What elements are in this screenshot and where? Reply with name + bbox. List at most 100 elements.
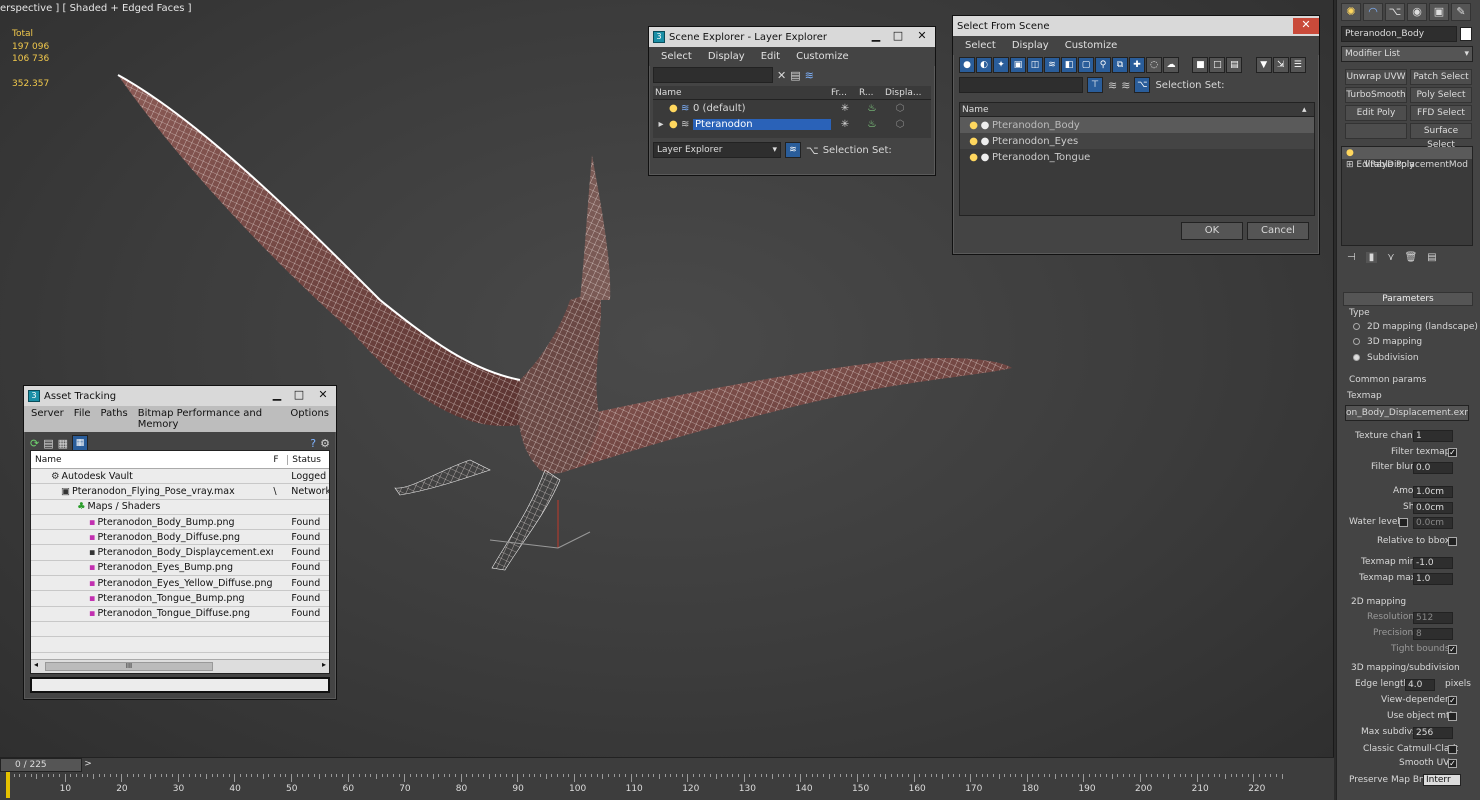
- type-subdivision-radio[interactable]: [1353, 354, 1360, 361]
- find-icon[interactable]: ▤: [790, 69, 800, 82]
- layer-name[interactable]: 0 (default): [693, 103, 831, 114]
- layer-explorer-window[interactable]: 3 Scene Explorer - Layer Explorer ▁ □ ✕ …: [648, 26, 936, 176]
- find-input[interactable]: [959, 77, 1083, 93]
- menu-customize[interactable]: Customize: [1057, 38, 1126, 53]
- select-from-scene-window[interactable]: Select From Scene ✕ Select Display Custo…: [952, 15, 1320, 255]
- asset-row[interactable]: ▪ Pteranodon_Body_Displaycement.exr Found: [31, 545, 329, 561]
- remove-modifier-icon[interactable]: 🗑: [1405, 252, 1418, 263]
- motion-tab-icon[interactable]: ◉: [1407, 3, 1427, 21]
- smooth-uvs-checkbox[interactable]: ✓: [1448, 759, 1457, 768]
- show-end-result-icon[interactable]: ▮: [1365, 252, 1378, 263]
- object-list[interactable]: Name ▴ ● ● Pteranodon_Body ● ● Pteranodo…: [959, 102, 1315, 216]
- horizontal-scrollbar[interactable]: ◂ III ▸: [31, 659, 329, 673]
- object-row[interactable]: ● ● Pteranodon_Body: [960, 117, 1314, 133]
- resolution-spinner[interactable]: 512: [1413, 612, 1453, 624]
- filter-cameras-icon[interactable]: ▣: [1010, 57, 1026, 73]
- filter-funnel-icon[interactable]: ▼: [1255, 57, 1272, 73]
- surface-select-button[interactable]: Surface Select: [1410, 123, 1472, 150]
- modifier-list-dropdown[interactable]: Modifier List ▾: [1341, 46, 1473, 62]
- options-icon[interactable]: ☰: [1289, 57, 1306, 73]
- filter-blur-spinner[interactable]: 0.0: [1413, 462, 1453, 474]
- asset-row[interactable]: ▪ Pteranodon_Eyes_Yellow_Diffuse.png Found: [31, 576, 329, 592]
- time-slider[interactable]: 0 / 225: [0, 758, 82, 772]
- precision-spinner[interactable]: 8: [1413, 628, 1453, 640]
- light-bulb-icon[interactable]: ●: [1346, 148, 1354, 158]
- amount-spinner[interactable]: 1.0cm: [1413, 486, 1453, 498]
- menu-select[interactable]: Select: [653, 49, 700, 64]
- render-teapot-icon[interactable]: ♨: [859, 103, 885, 114]
- modify-tab-icon[interactable]: ◠: [1363, 3, 1383, 21]
- modifier-stack[interactable]: ● VRayDisplacementMod ⊞ Editable Poly: [1341, 146, 1473, 246]
- layer-explorer-titlebar[interactable]: 3 Scene Explorer - Layer Explorer ▁ □ ✕: [649, 27, 935, 47]
- menu-edit[interactable]: Edit: [753, 49, 788, 64]
- asset-row[interactable]: ▪ Pteranodon_Eyes_Bump.png Found: [31, 561, 329, 577]
- ok-button[interactable]: OK: [1181, 222, 1243, 240]
- light-bulb-icon[interactable]: ●: [669, 119, 681, 130]
- water-level-spinner[interactable]: 0.0cm: [1413, 517, 1453, 529]
- explorer-type-dropdown[interactable]: Layer Explorer ▾: [653, 142, 781, 158]
- next-frame-button[interactable]: >: [82, 758, 94, 772]
- make-unique-icon[interactable]: ⋎: [1387, 252, 1394, 263]
- col-display[interactable]: Displa...: [885, 88, 925, 98]
- help-icon[interactable]: ?: [310, 437, 316, 450]
- filter-containers-icon[interactable]: ⧉: [1112, 57, 1128, 73]
- display-tab-icon[interactable]: ▣: [1429, 3, 1449, 21]
- view-dependent-checkbox[interactable]: ✓: [1448, 696, 1457, 705]
- find-filter-icon[interactable]: ⊤: [1087, 77, 1103, 93]
- edit-poly-button[interactable]: Edit Poly: [1345, 105, 1407, 121]
- timeline[interactable]: 0 / 225 > 10 20 30 40 50 60 70 80 90 100 110 120 130…: [0, 757, 1334, 800]
- hierarchy-tab-icon[interactable]: ⌥: [1385, 3, 1405, 21]
- expand-plus-icon[interactable]: ⊞: [1346, 160, 1354, 170]
- unwrap-uvw-button[interactable]: Unwrap UVW: [1345, 69, 1407, 85]
- menu-options[interactable]: Options: [285, 407, 334, 431]
- col-freeze[interactable]: Fr...: [831, 88, 859, 98]
- select-none-icon[interactable]: □: [1209, 57, 1226, 73]
- type-2d-radio[interactable]: [1353, 323, 1360, 330]
- create-tab-icon[interactable]: ✺: [1341, 3, 1361, 21]
- filter-geometry-icon[interactable]: ●: [959, 57, 975, 73]
- freeze-icon[interactable]: ✳: [831, 103, 859, 114]
- settings-gear-icon[interactable]: ⚙: [320, 437, 330, 450]
- ffd-select-button[interactable]: FFD Select: [1410, 105, 1472, 121]
- col-f[interactable]: F: [273, 455, 287, 465]
- menu-paths[interactable]: Paths: [96, 407, 133, 431]
- water-level-checkbox[interactable]: [1399, 518, 1408, 527]
- object-name[interactable]: Pteranodon_Eyes: [992, 136, 1078, 147]
- max-subdivs-spinner[interactable]: 256: [1413, 727, 1453, 739]
- display-box-icon[interactable]: ⬡: [885, 103, 915, 114]
- texture-chan-spinner[interactable]: 1: [1413, 430, 1453, 442]
- render-teapot-icon[interactable]: ♨: [859, 119, 885, 130]
- asset-row[interactable]: ▪ Pteranodon_Body_Bump.png Found: [31, 515, 329, 531]
- filter-texmap-checkbox[interactable]: ✓: [1448, 448, 1457, 457]
- maximize-icon[interactable]: □: [887, 29, 909, 45]
- hierarchy-icon[interactable]: ⌥: [806, 144, 819, 157]
- asset-tracking-window[interactable]: 3 Asset Tracking ▁ □ ✕ Server File Paths…: [23, 385, 337, 700]
- texmap-max-spinner[interactable]: 1.0: [1413, 573, 1453, 585]
- filter-spacewarps-icon[interactable]: ≋: [1044, 57, 1060, 73]
- object-name-field[interactable]: Pteranodon_Body: [1341, 26, 1457, 42]
- filter-helpers-icon[interactable]: ◫: [1027, 57, 1043, 73]
- edge-length-spinner[interactable]: 4.0: [1405, 679, 1435, 691]
- display-box-icon[interactable]: ⬡: [885, 119, 915, 130]
- asset-row[interactable]: ▣ Pteranodon_Flying_Pose_vray.max \ Network: [31, 484, 329, 500]
- close-icon[interactable]: ✕: [909, 29, 935, 45]
- filter-bones-icon[interactable]: ⚲: [1095, 57, 1111, 73]
- menu-bitmap-performance[interactable]: Bitmap Performance and Memory: [133, 407, 286, 431]
- layers-mode-icon[interactable]: ≋: [785, 142, 801, 158]
- preserve-map-bnd-dropdown[interactable]: Interr: [1423, 774, 1461, 786]
- list-view-icon[interactable]: ▤: [43, 437, 53, 450]
- menu-display[interactable]: Display: [700, 49, 753, 64]
- clear-search-icon[interactable]: ✕: [777, 69, 786, 82]
- menu-server[interactable]: Server: [26, 407, 69, 431]
- asset-row[interactable]: ▪ Pteranodon_Tongue_Diffuse.png Found: [31, 607, 329, 622]
- current-frame-marker[interactable]: [6, 772, 10, 798]
- asset-row[interactable]: ⚙ Autodesk Vault Logged: [31, 469, 329, 485]
- layer-stack-icon[interactable]: ≋: [1121, 79, 1130, 92]
- col-name[interactable]: Name: [960, 105, 1302, 115]
- patch-select-button[interactable]: Patch Select: [1410, 69, 1472, 85]
- poly-select-button[interactable]: Poly Select: [1410, 87, 1472, 103]
- layer-row-default[interactable]: ● ≋ 0 (default) ✳ ♨ ⬡: [653, 100, 931, 116]
- scroll-thumb[interactable]: III: [45, 662, 213, 671]
- classic-catmull-checkbox[interactable]: [1448, 745, 1457, 754]
- layer-row-pteranodon[interactable]: ▸ ● ≋ Pteranodon ✳ ♨ ⬡: [653, 116, 931, 132]
